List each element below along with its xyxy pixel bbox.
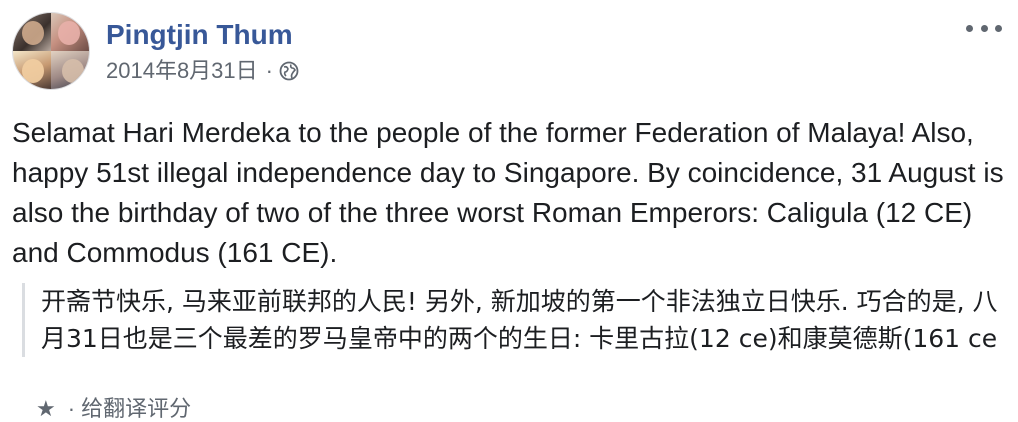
avatar-photo-tile [51, 51, 89, 89]
avatar-photo-tile [13, 13, 51, 51]
translation-text: 开斋节快乐, 马来亚前联邦的人民! 另外, 新加坡的第一个非法独立日快乐. 巧合… [41, 287, 998, 353]
translation-footer: ★ · 给翻译评分 [36, 396, 191, 422]
avatar-photo-tile [13, 51, 51, 89]
author-name-link[interactable]: Pingtjin Thum [106, 18, 299, 52]
meta-separator: · [265, 58, 273, 83]
star-icon: ★ [36, 396, 56, 421]
globe-icon[interactable] [279, 61, 299, 81]
translation-block: 开斋节快乐, 马来亚前联邦的人民! 另外, 新加坡的第一个非法独立日快乐. 巧合… [22, 283, 1002, 357]
post-timestamp[interactable]: 2014年8月31日 [106, 58, 258, 84]
post-header: Pingtjin Thum 2014年8月31日 · [12, 12, 299, 90]
post-meta-row: 2014年8月31日 · [106, 58, 299, 84]
post-meta: Pingtjin Thum 2014年8月31日 · [106, 18, 299, 84]
post-text: Selamat Hari Merdeka to the people of th… [12, 117, 1004, 268]
post-body: Selamat Hari Merdeka to the people of th… [12, 113, 1012, 273]
avatar[interactable] [12, 12, 90, 90]
avatar-photo-tile [51, 13, 89, 51]
rate-translation-link[interactable]: · 给翻译评分 [68, 396, 191, 422]
more-options-icon[interactable] [966, 18, 1002, 38]
